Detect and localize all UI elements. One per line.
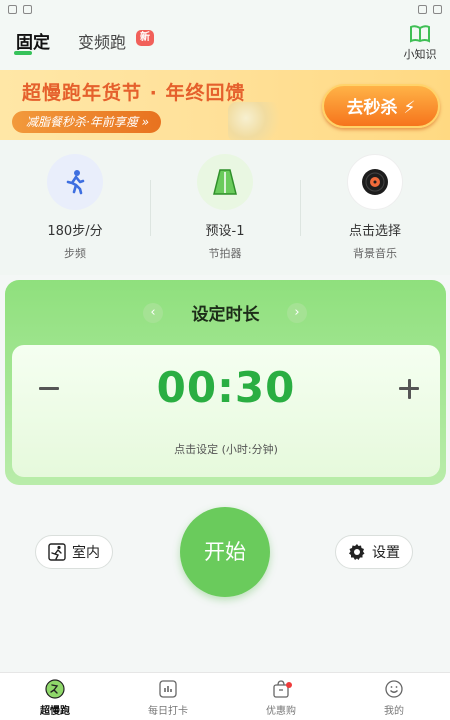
cadence-label: 步频 — [64, 247, 86, 260]
banner-decoration — [228, 102, 288, 140]
cadence-value: 180步/分 — [47, 224, 103, 239]
metronome-value: 预设-1 — [205, 224, 245, 239]
metronome-icon — [213, 169, 237, 195]
tab-fixed[interactable]: 固定 — [16, 28, 50, 53]
indoor-button[interactable]: 室内 — [35, 535, 113, 569]
flash-sale-button[interactable]: 去秒杀 ⚡ — [322, 84, 440, 128]
nav-item-me[interactable]: 我的 — [359, 679, 429, 717]
notification-icon — [23, 4, 32, 14]
timer-value[interactable]: 00:30 — [12, 363, 440, 412]
book-icon — [410, 25, 430, 43]
metronome-item[interactable]: 预设-1 节拍器 — [175, 154, 275, 261]
quick-settings: 180步/分 步频 预设-1 节拍器 点击选择 背景音乐 — [0, 140, 450, 275]
tab-active-indicator — [14, 51, 32, 55]
banner-title: 超慢跑年货节 · 年终回馈 — [22, 82, 246, 104]
indoor-label: 室内 — [72, 545, 100, 561]
timer-card[interactable]: 00:30 点击设定 (小时:分钟) — [12, 345, 440, 477]
nav-label: 优惠购 — [266, 706, 296, 717]
start-button[interactable]: 开始 — [180, 507, 270, 597]
timer-title: 设定时长 — [191, 305, 260, 325]
top-bar: 固定 变频跑 新 小知识 — [0, 18, 450, 70]
notification-icon — [8, 4, 17, 14]
nav-item-daily-checkin[interactable]: 每日打卡 — [133, 679, 203, 717]
divider — [150, 180, 151, 236]
metronome-label: 节拍器 — [208, 247, 242, 260]
status-right — [418, 4, 442, 14]
battery-icon — [433, 4, 442, 14]
new-badge: 新 — [136, 30, 154, 46]
tab-variable-run[interactable]: 变频跑 — [78, 29, 126, 53]
chart-icon — [159, 680, 177, 698]
timer-hint: 点击设定 (小时:分钟) — [174, 443, 278, 456]
cadence-icon-circle — [47, 154, 103, 210]
slow-run-icon — [45, 679, 65, 699]
cadence-item[interactable]: 180步/分 步频 — [25, 154, 125, 261]
runner-icon — [66, 170, 85, 195]
wifi-icon — [418, 4, 427, 14]
promo-banner[interactable]: 超慢跑年货节 · 年终回馈 减脂餐秒杀·年前享瘦 » 去秒杀 ⚡ — [0, 70, 450, 140]
music-value: 点击选择 — [348, 224, 401, 239]
gear-icon — [349, 544, 365, 560]
music-item[interactable]: 点击选择 背景音乐 — [325, 154, 425, 261]
status-bar — [0, 0, 450, 18]
timer-header: 设定时长 — [5, 300, 446, 325]
knowledge-button[interactable]: 小知识 — [400, 24, 440, 62]
timer-panel: ‹ 设定时长 › 00:30 点击设定 (小时:分钟) — [5, 280, 446, 485]
next-mode-button[interactable]: › — [287, 303, 307, 323]
banner-subtitle: 减脂餐秒杀·年前享瘦 » — [12, 111, 162, 133]
plus-icon-vertical — [408, 379, 411, 399]
music-label: 背景音乐 — [353, 247, 397, 260]
music-icon-circle — [347, 154, 403, 210]
metronome-icon-circle — [197, 154, 253, 210]
settings-label: 设置 — [372, 545, 400, 561]
indoor-run-icon — [48, 543, 66, 561]
divider — [300, 180, 301, 236]
nav-label: 超慢跑 — [40, 706, 70, 717]
settings-button[interactable]: 设置 — [335, 535, 413, 569]
bottom-nav: 超慢跑 每日打卡 优惠购 我的 — [0, 672, 450, 720]
nav-item-slow-run[interactable]: 超慢跑 — [20, 679, 90, 717]
nav-item-deals[interactable]: 优惠购 — [246, 679, 316, 717]
knowledge-label: 小知识 — [403, 48, 437, 61]
nav-label: 每日打卡 — [148, 706, 188, 717]
nav-label: 我的 — [384, 706, 404, 717]
status-left — [8, 4, 32, 14]
vinyl-icon — [362, 169, 388, 195]
notification-dot — [286, 682, 292, 688]
smile-icon — [385, 680, 403, 698]
